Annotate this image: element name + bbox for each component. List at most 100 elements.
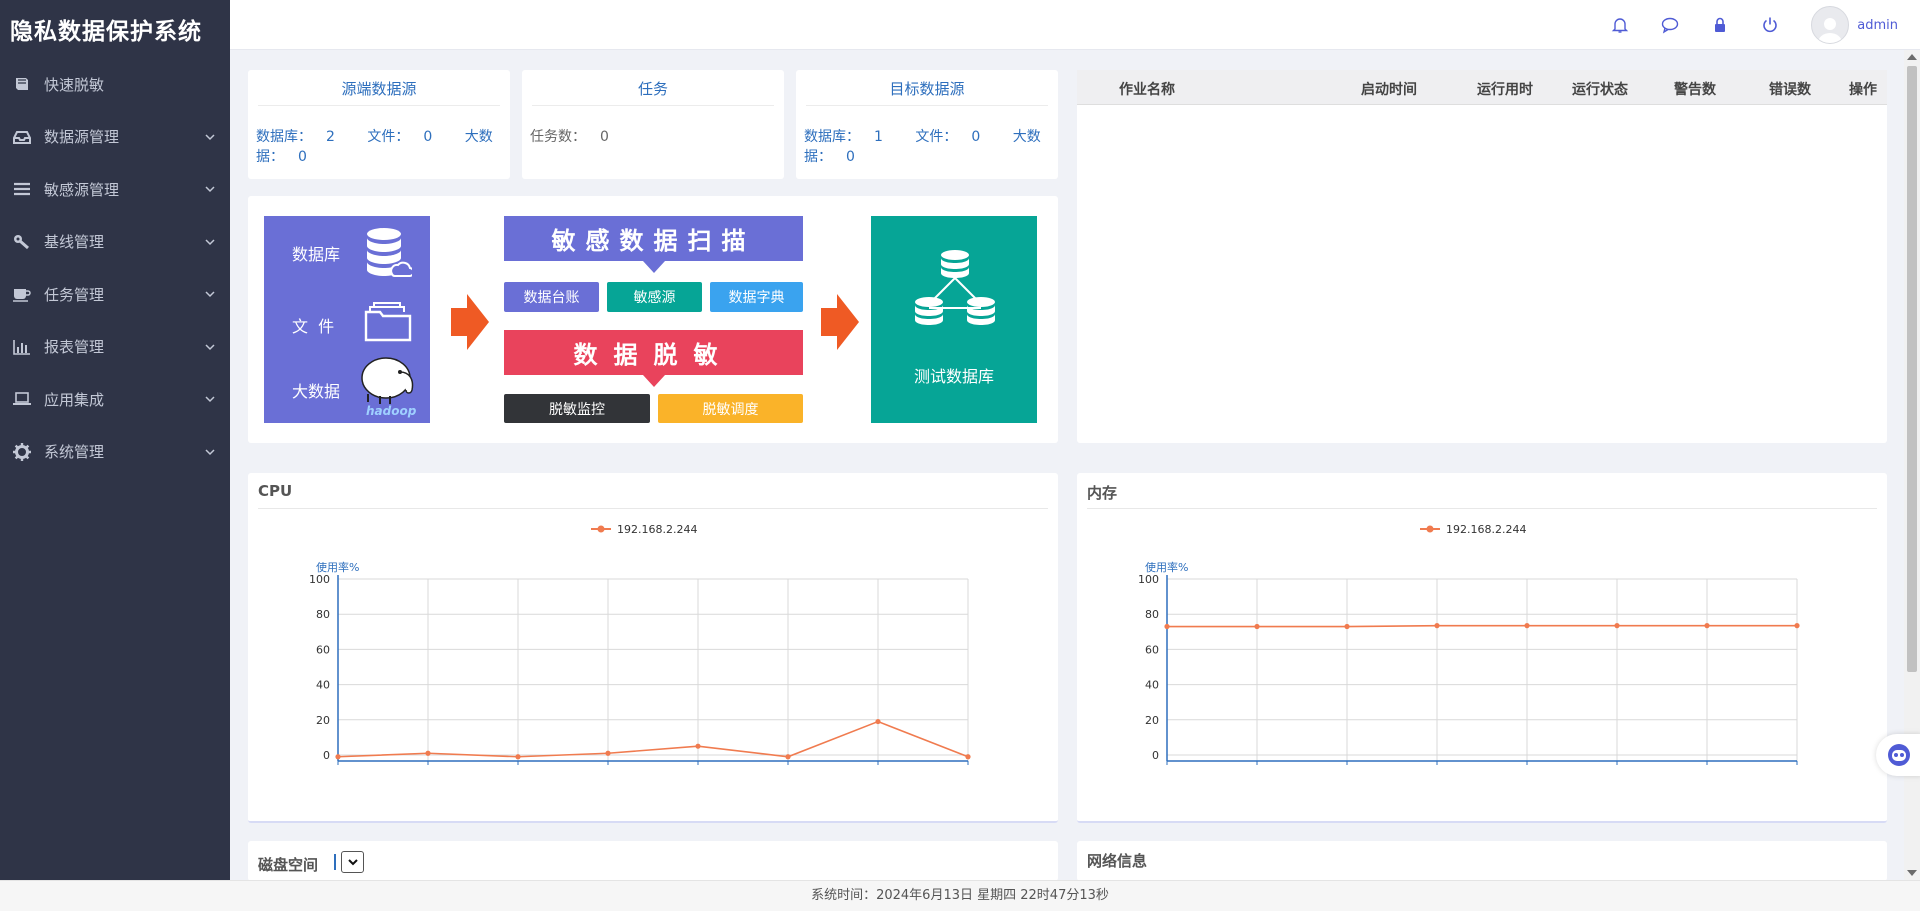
chat-icon[interactable] [1661, 16, 1679, 34]
sidebar-item-report[interactable]: 报表管理 [0, 321, 230, 374]
scroll-up-arrow[interactable] [1907, 54, 1917, 60]
data-point [1704, 623, 1710, 629]
sidebar-item-quick-mask[interactable]: 快速脱敏 [0, 58, 230, 111]
cpu-line-chart: 0 20 40 60 80 100使用率% 192.168.2.244 [309, 523, 971, 765]
chevron-down-icon [205, 449, 215, 455]
data-point [785, 754, 791, 760]
sidebar-item-datasource[interactable]: 数据源管理 [0, 111, 230, 164]
mask-pointer [643, 375, 665, 387]
list-icon [12, 180, 32, 198]
target-file-count: 0 [971, 129, 981, 145]
avatar[interactable] [1811, 6, 1850, 44]
laptop-icon [12, 390, 32, 408]
scroll-down-arrow[interactable] [1907, 870, 1917, 876]
legend-label: 192.168.2.244 [617, 523, 697, 536]
inbox-icon [12, 128, 32, 146]
arrow-right-icon [821, 294, 859, 350]
y-axis-title: 使用率% [316, 560, 359, 574]
assistant-bot-button[interactable] [1876, 734, 1920, 776]
y-axis-title: 使用率% [1145, 560, 1188, 574]
col-actions: 操作 [1849, 82, 1877, 98]
sidebar-item-task[interactable]: 任务管理 [0, 268, 230, 321]
y-tick-label: 60 [316, 643, 330, 656]
sidebar-item-system[interactable]: 系统管理 [0, 426, 230, 479]
col-status: 运行状态 [1572, 82, 1628, 98]
robot-icon [1888, 744, 1910, 766]
col-duration: 运行用时 [1477, 82, 1533, 98]
mask-schedule-button[interactable]: 脱敏调度 [658, 394, 803, 423]
status-footer: 系统时间：2024年6月13日 星期四 22时47分13秒 [0, 880, 1920, 911]
mask-monitor-button[interactable]: 脱敏监控 [504, 394, 650, 423]
chevron-down-icon [347, 859, 358, 866]
y-tick-label: 80 [1145, 608, 1159, 621]
wrench-icon [12, 233, 32, 251]
sensitive-scan-button[interactable]: 敏感数据扫描 [504, 216, 803, 261]
database-network-icon [915, 250, 995, 325]
user-name[interactable]: admin [1857, 18, 1898, 33]
book-icon [12, 75, 32, 93]
data-point [605, 750, 611, 756]
job-table-header: 作业名称 启动时间 运行用时 运行状态 警告数 错误数 操作 [1077, 70, 1887, 105]
sidebar-item-label: 基线管理 [44, 233, 105, 252]
source-big-count: 0 [298, 149, 307, 165]
legend-marker [1426, 525, 1434, 533]
col-start-time: 启动时间 [1361, 82, 1417, 98]
y-tick-label: 80 [316, 608, 330, 621]
data-dictionary-button[interactable]: 数据字典 [710, 282, 803, 312]
source-file-count: 0 [423, 129, 433, 145]
src-big-label: 大数据 [292, 382, 341, 401]
legend-marker [597, 525, 605, 533]
chevron-down-icon [205, 291, 215, 298]
target-stat-title: 目标数据源 [806, 70, 1048, 106]
y-tick-label: 100 [1138, 573, 1159, 586]
hadoop-logo-text: hadoop [366, 404, 417, 418]
data-point [1344, 623, 1350, 630]
lock-icon[interactable] [1711, 16, 1729, 34]
task-stat-title: 任务 [532, 70, 774, 106]
task-count-label: 任务数： [530, 129, 586, 145]
sidebar-item-baseline[interactable]: 基线管理 [0, 216, 230, 269]
data-point [1524, 623, 1530, 629]
sidebar-item-label: 应用集成 [44, 390, 105, 409]
data-masking-button[interactable]: 数据脱敏 [504, 330, 803, 375]
data-point [1794, 623, 1800, 629]
sidebar-item-sensitive[interactable]: 敏感源管理 [0, 163, 230, 216]
series-line [337, 720, 969, 758]
target-database-box[interactable]: 测试数据库 [871, 216, 1037, 423]
chevron-down-icon [205, 134, 215, 140]
sidebar-item-label: 任务管理 [44, 285, 105, 304]
sidebar-item-label: 系统管理 [44, 443, 105, 462]
sidebar-item-integration[interactable]: 应用集成 [0, 373, 230, 426]
col-warnings: 警告数 [1674, 82, 1716, 98]
disk-title: 磁盘空间 [258, 856, 319, 874]
data-point [1254, 623, 1260, 630]
chevron-down-icon [205, 239, 215, 245]
target-file-label: 文件： [915, 129, 958, 145]
disk-select[interactable] [341, 851, 364, 873]
y-tick-label: 60 [1145, 643, 1159, 656]
data-point [515, 754, 521, 760]
data-point [1434, 623, 1440, 629]
data-ledger-button[interactable]: 数据台账 [504, 282, 599, 312]
scan-pointer [643, 261, 665, 273]
target-db-name: 测试数据库 [913, 367, 994, 386]
y-tick-label: 40 [1145, 679, 1159, 692]
y-tick-label: 20 [316, 714, 330, 727]
target-big-count: 0 [846, 149, 855, 165]
src-file-label: 文 件 [292, 317, 335, 336]
source-types-box: 数据库 文 件 大数据 hadoop [264, 216, 430, 423]
sensitive-source-button[interactable]: 敏感源 [607, 282, 702, 312]
task-stat-card: 任务 任务数： 0 [522, 70, 784, 179]
power-icon[interactable] [1761, 16, 1779, 34]
y-tick-label: 20 [1145, 714, 1159, 727]
y-tick-label: 0 [1152, 749, 1159, 762]
bar-chart-icon [12, 338, 32, 356]
data-point [1614, 623, 1620, 629]
data-point [335, 754, 341, 760]
col-job-name: 作业名称 [1119, 82, 1175, 98]
source-db-label: 数据库： [256, 129, 312, 145]
bell-icon[interactable] [1611, 16, 1629, 34]
scroll-thumb[interactable] [1907, 66, 1917, 672]
y-tick-label: 100 [309, 573, 330, 586]
sidebar-item-label: 快速脱敏 [44, 75, 105, 94]
